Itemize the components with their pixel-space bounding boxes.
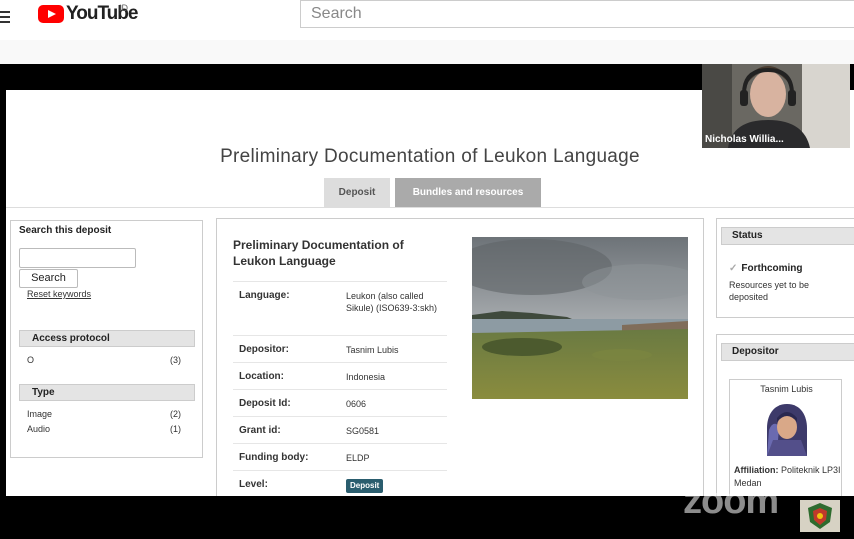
meta-key: Grant id: <box>239 425 281 436</box>
meta-row-deposit-id: Deposit Id: 0606 <box>233 389 447 416</box>
country-code: ID <box>119 3 128 13</box>
shared-screen: Preliminary Documentation of Leukon Lang… <box>6 90 854 496</box>
tab-deposit[interactable]: Deposit <box>324 178 390 207</box>
crest-logo <box>800 500 840 532</box>
youtube-play-icon <box>38 5 64 23</box>
facet-item-count: (3) <box>170 355 181 365</box>
meta-key: Funding body: <box>239 452 309 463</box>
search-input[interactable]: Search <box>300 0 854 28</box>
youtube-header: YouTube ID Search <box>0 0 854 40</box>
facet-type-header: Type <box>19 384 195 401</box>
facet-item-label: O <box>27 355 35 365</box>
page-title: Preliminary Documentation of Leukon Lang… <box>220 146 640 167</box>
facet-item[interactable]: Audio (1) <box>27 424 181 434</box>
deposit-panel: Preliminary Documentation of Leukon Lang… <box>216 218 704 496</box>
zoom-watermark: zoom <box>683 480 779 522</box>
depositor-avatar <box>759 400 815 456</box>
video-player[interactable]: Preliminary Documentation of Leukon Lang… <box>0 64 854 539</box>
meta-value: Leukon (also called Sikule) (ISO639-3:sk… <box>346 291 438 313</box>
depositor-card: Tasnim Lubis Affiliation: Politeknik LP3… <box>729 379 842 496</box>
menu-icon[interactable] <box>0 8 12 28</box>
meta-value: SG0581 <box>346 426 380 436</box>
deposit-search-input[interactable] <box>19 248 136 268</box>
meta-value: Indonesia <box>346 372 386 382</box>
meta-row-grant-id: Grant id: SG0581 <box>233 416 447 443</box>
depositor-header: Depositor <box>721 343 854 361</box>
meta-key: Language: <box>239 290 290 301</box>
meta-value: ELDP <box>346 453 370 463</box>
reset-keywords-link[interactable]: Reset keywords <box>27 289 91 299</box>
meta-row-depositor: Depositor: Tasnim Lubis <box>233 335 447 362</box>
meta-row-language: Language: Leukon (also called Sikule) (I… <box>233 281 447 327</box>
depositor-panel: Depositor Tasnim Lubis Affiliation: Poli… <box>716 334 854 496</box>
status-panel: Status ✓ Forthcoming Resources yet to be … <box>716 218 854 318</box>
webcam-tile: Nicholas Willia... <box>702 64 850 148</box>
level-badge: Deposit <box>346 479 384 493</box>
participant-name: Nicholas Willia... <box>705 134 784 145</box>
meta-row-location: Location: Indonesia <box>233 362 447 389</box>
facet-item[interactable]: Image (2) <box>27 409 181 419</box>
search-placeholder: Search <box>311 5 362 22</box>
search-panel: Search this deposit Search Reset keyword… <box>10 220 203 458</box>
meta-key: Depositor: <box>239 344 289 355</box>
facet-item[interactable]: O (3) <box>27 355 181 365</box>
affiliation-label: Affiliation: <box>734 465 779 475</box>
facet-item-label: Audio <box>27 424 51 434</box>
facet-item-label: Image <box>27 409 53 419</box>
facet-item-count: (1) <box>170 424 181 434</box>
meta-key: Location: <box>239 371 284 382</box>
check-icon: ✓ <box>729 263 738 274</box>
meta-row-level: Level: Deposit <box>233 470 447 496</box>
meta-key: Deposit Id: <box>239 398 291 409</box>
meta-value: 0606 <box>346 399 367 409</box>
depositor-name: Tasnim Lubis <box>760 384 813 394</box>
meta-key: Level: <box>239 479 268 490</box>
tab-divider <box>6 207 854 208</box>
meta-row-funding-body: Funding body: ELDP <box>233 443 447 470</box>
search-panel-title: Search this deposit <box>19 225 112 236</box>
search-button[interactable]: Search <box>19 269 78 288</box>
status-label: Forthcoming <box>741 263 803 274</box>
deposit-title: Preliminary Documentation of Leukon Lang… <box>233 238 404 268</box>
meta-value: Deposit <box>346 479 446 493</box>
facet-access-protocol-header: Access protocol <box>19 330 195 347</box>
status-header: Status <box>721 227 854 245</box>
tab-bundles-and-resources[interactable]: Bundles and resources <box>395 178 541 207</box>
facet-item-count: (2) <box>170 409 181 419</box>
meta-value: Tasnim Lubis <box>346 345 399 355</box>
status-value: ✓ Forthcoming <box>729 263 803 274</box>
status-note: Resources yet to be deposited <box>729 280 810 302</box>
deposit-landscape-photo[interactable] <box>472 237 688 399</box>
